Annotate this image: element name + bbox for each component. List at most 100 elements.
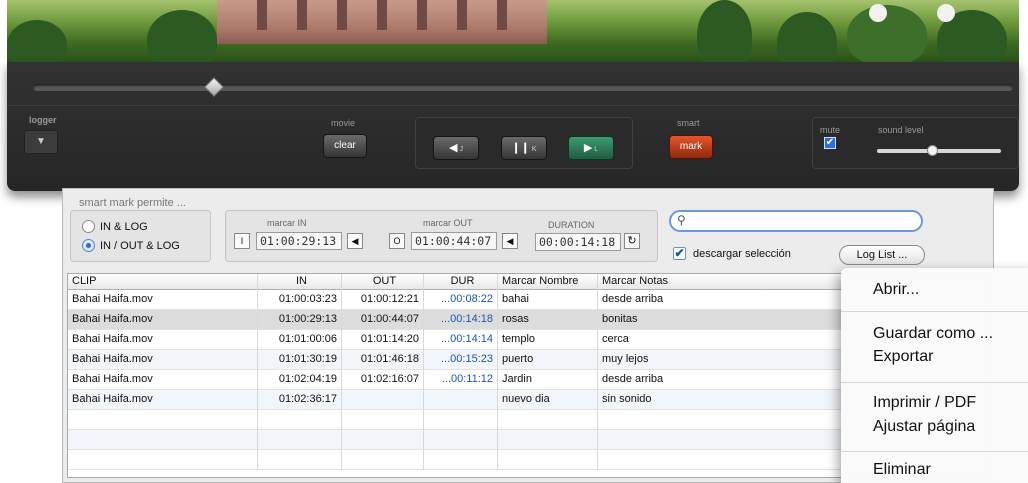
mute-label: mute [820,125,841,135]
duration-label: DURATION [548,220,595,230]
radio-label: IN / OUT & LOG [100,240,180,252]
smart-mark-title: smart mark permite ... [79,197,186,209]
table-cell: 01:00:12:21 [342,290,424,310]
search-icon: ⚲ [677,213,686,227]
table-cell: ...00:15:23 [424,350,498,370]
rewind-button[interactable]: ◀ J [433,136,479,160]
table-cell: 01:01:00:06 [258,330,342,350]
mute-checkbox[interactable]: ✔ [824,137,836,149]
table-cell: Bahai Haifa.mov [68,350,258,370]
play-left-icon: ◀ [449,142,458,154]
table-cell: Bahai Haifa.mov [68,390,258,410]
video-preview [7,0,1019,62]
table-cell [342,450,424,470]
table-cell: Bahai Haifa.mov [68,330,258,350]
menu-separator [841,382,1028,383]
table-cell [258,430,342,450]
refresh-button[interactable]: ↻ [624,233,640,249]
table-cell: Bahai Haifa.mov [68,310,258,330]
radio-in-log[interactable]: IN & LOG [82,220,148,233]
table-cell [424,390,498,410]
pause-button[interactable]: ❙❙ K [501,136,547,160]
table-cell: 01:00:29:13 [258,310,342,330]
table-cell [68,450,258,470]
table-cell: ...00:14:18 [424,310,498,330]
table-cell: 01:02:04:19 [258,370,342,390]
table-cell [342,410,424,430]
play-left-icon: ◀ [351,236,359,246]
mark-button[interactable]: mark [669,135,713,159]
set-in-button[interactable]: ◀ [347,233,363,249]
radio-button[interactable] [82,220,95,233]
table-cell [68,430,258,450]
scrubber-handle[interactable] [204,77,224,97]
table-cell: ...00:11:12 [424,370,498,390]
table-cell [424,410,498,430]
panel-divider [7,105,1019,106]
mode-group [70,210,211,262]
logger-toggle-button[interactable]: ▼ [24,130,58,154]
clear-button[interactable]: clear [323,134,367,158]
table-cell: ...00:14:14 [424,330,498,350]
mark-in-key-button[interactable]: I [234,233,250,249]
sound-level-knob[interactable] [927,145,938,156]
duration-field: 00:00:14:18 [535,233,621,251]
set-out-button[interactable]: ◀ [502,233,518,249]
table-cell: 01:00:03:23 [258,290,342,310]
out-timecode-field[interactable]: 01:00:44:07 [411,232,497,250]
play-button[interactable]: ▶ L [568,136,614,160]
table-cell [424,450,498,470]
table-cell: 01:00:44:07 [342,310,424,330]
radio-in-out-log[interactable]: IN / OUT & LOG [82,239,180,252]
column-header: OUT [342,274,424,290]
sound-level-label: sound level [878,125,924,135]
table-cell [498,430,598,450]
menu-item-ajustar-pagina[interactable]: Ajustar página [873,418,975,436]
table-cell [498,450,598,470]
play-left-icon: ◀ [506,236,514,246]
table-cell: rosas [498,310,598,330]
table-cell [68,410,258,430]
sound-level-slider[interactable] [877,149,1001,153]
control-panel: logger ▼ movie clear ◀ J ❙❙ K ▶ L smart mar… [7,62,1019,191]
triangle-down-icon: ▼ [36,136,46,147]
menu-item-imprimir[interactable]: Imprimir / PDF [873,394,976,412]
table-cell: Bahai Haifa.mov [68,370,258,390]
in-timecode-field[interactable]: 01:00:29:13 [256,232,342,250]
table-cell: nuevo dia [498,390,598,410]
table-cell: 01:01:46:18 [342,350,424,370]
column-header: CLIP [68,274,258,290]
column-header: DUR [424,274,498,290]
descargar-checkbox[interactable]: ✔ [673,247,686,260]
menu-item-guardar-como[interactable]: Guardar como ... [873,325,993,343]
table-cell [498,410,598,430]
movie-label: movie [331,118,356,128]
table-cell [424,430,498,450]
menu-separator [841,451,1028,452]
search-input[interactable]: ⚲ [669,210,923,232]
smart-label: smart [677,118,700,128]
table-cell: 01:02:36:17 [258,390,342,410]
logger-label: logger [29,115,57,125]
marcar-in-label: marcar IN [267,218,307,228]
menu-item-abrir[interactable]: Abrir... [873,281,919,299]
video-building [217,0,547,44]
table-cell: bahai [498,290,598,310]
mark-out-key-button[interactable]: O [389,233,405,249]
column-header: Marcar Nombre [498,274,598,290]
table-cell: 01:01:14:20 [342,330,424,350]
pause-icon: ❙❙ [511,142,530,154]
radio-button[interactable] [82,239,95,252]
timeline-scrubber[interactable] [33,84,1013,91]
table-cell: 01:01:30:19 [258,350,342,370]
table-cell [342,430,424,450]
menu-item-exportar[interactable]: Exportar [873,348,933,366]
table-cell: ...00:08:22 [424,290,498,310]
table-cell: templo [498,330,598,350]
table-cell [342,390,424,410]
table-cell [258,410,342,430]
table-cell: puerto [498,350,598,370]
table-cell: Jardin [498,370,598,390]
menu-item-eliminar[interactable]: Eliminar [873,461,931,479]
log-list-button[interactable]: Log List ... [839,245,925,265]
